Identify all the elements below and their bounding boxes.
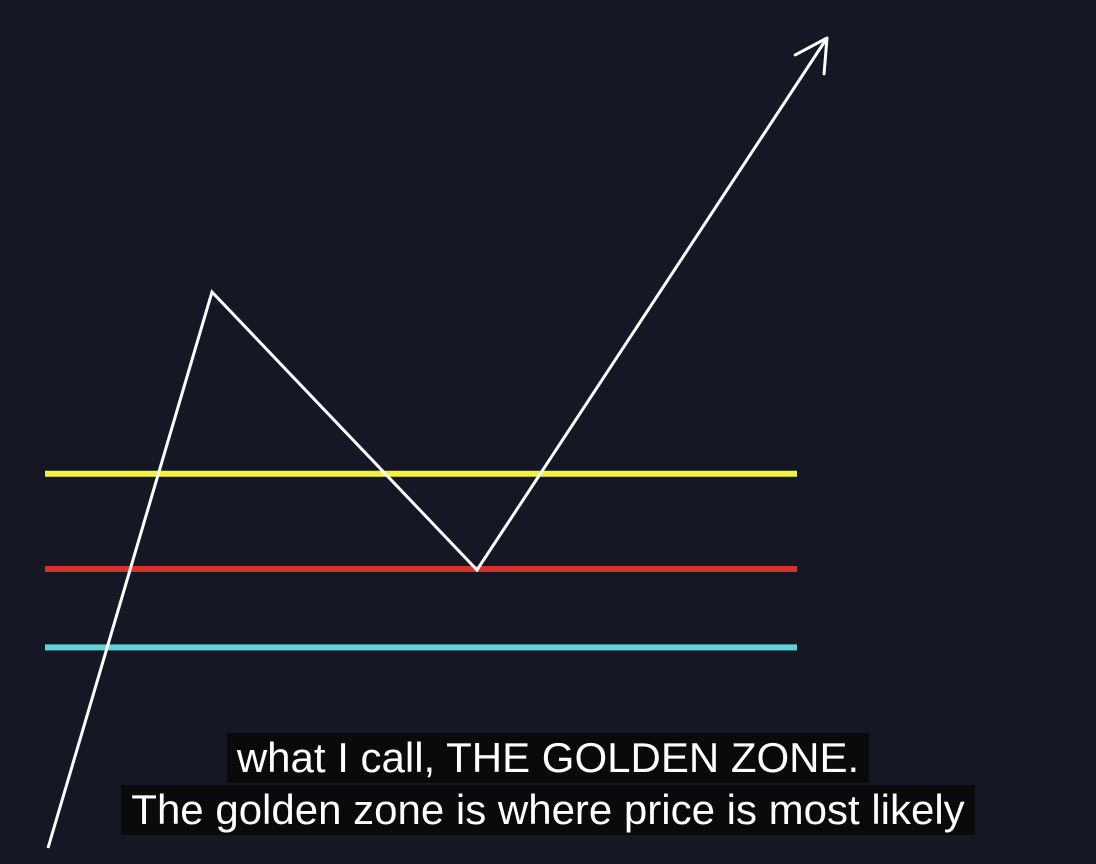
video-frame: what I call, THE GOLDEN ZONE. The golden… — [0, 0, 1096, 864]
fibonacci-diagram — [45, 36, 829, 852]
price-path — [46, 36, 829, 849]
price-path-line — [46, 37, 829, 849]
retracement-levels — [45, 286, 797, 852]
